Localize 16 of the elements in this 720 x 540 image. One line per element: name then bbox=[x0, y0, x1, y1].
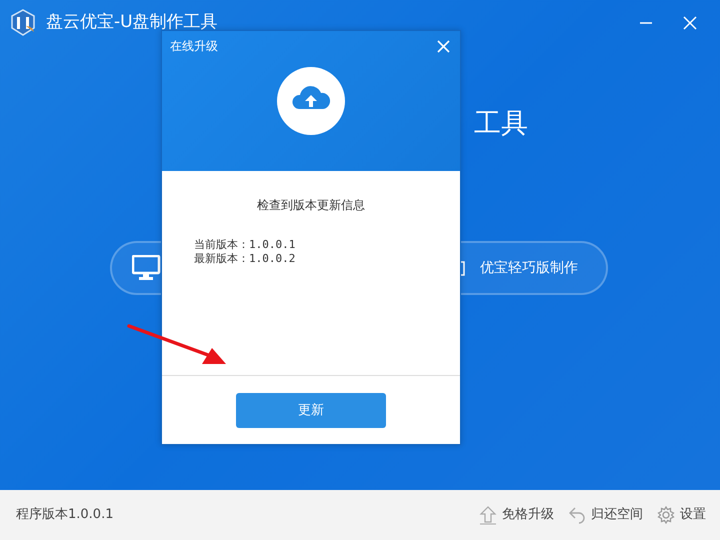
version-line: 最新版本：1.0.0.2 bbox=[194, 252, 296, 266]
footer-link[interactable]: 归还空间 bbox=[568, 505, 643, 525]
version-line: 当前版本：1.0.0.1 bbox=[194, 238, 296, 252]
app-heading: 工具 bbox=[474, 110, 529, 137]
footer-link[interactable]: 设置 bbox=[657, 505, 706, 525]
update-message: 检查到版本更新信息 bbox=[256, 197, 366, 214]
close-icon bbox=[436, 40, 450, 52]
dialog-title: 在线升级 bbox=[170, 38, 218, 55]
footer-link[interactable]: 免格升级 bbox=[479, 505, 554, 525]
settings-icon bbox=[657, 505, 675, 525]
version-label: 程序版本1.0.0.1 bbox=[16, 506, 114, 524]
cloud-upload-icon bbox=[277, 67, 345, 135]
undo-icon bbox=[568, 505, 586, 525]
window-title: 盘云优宝-U盘制作工具 bbox=[46, 11, 218, 34]
close-icon bbox=[683, 16, 697, 30]
upload-icon bbox=[479, 505, 497, 525]
